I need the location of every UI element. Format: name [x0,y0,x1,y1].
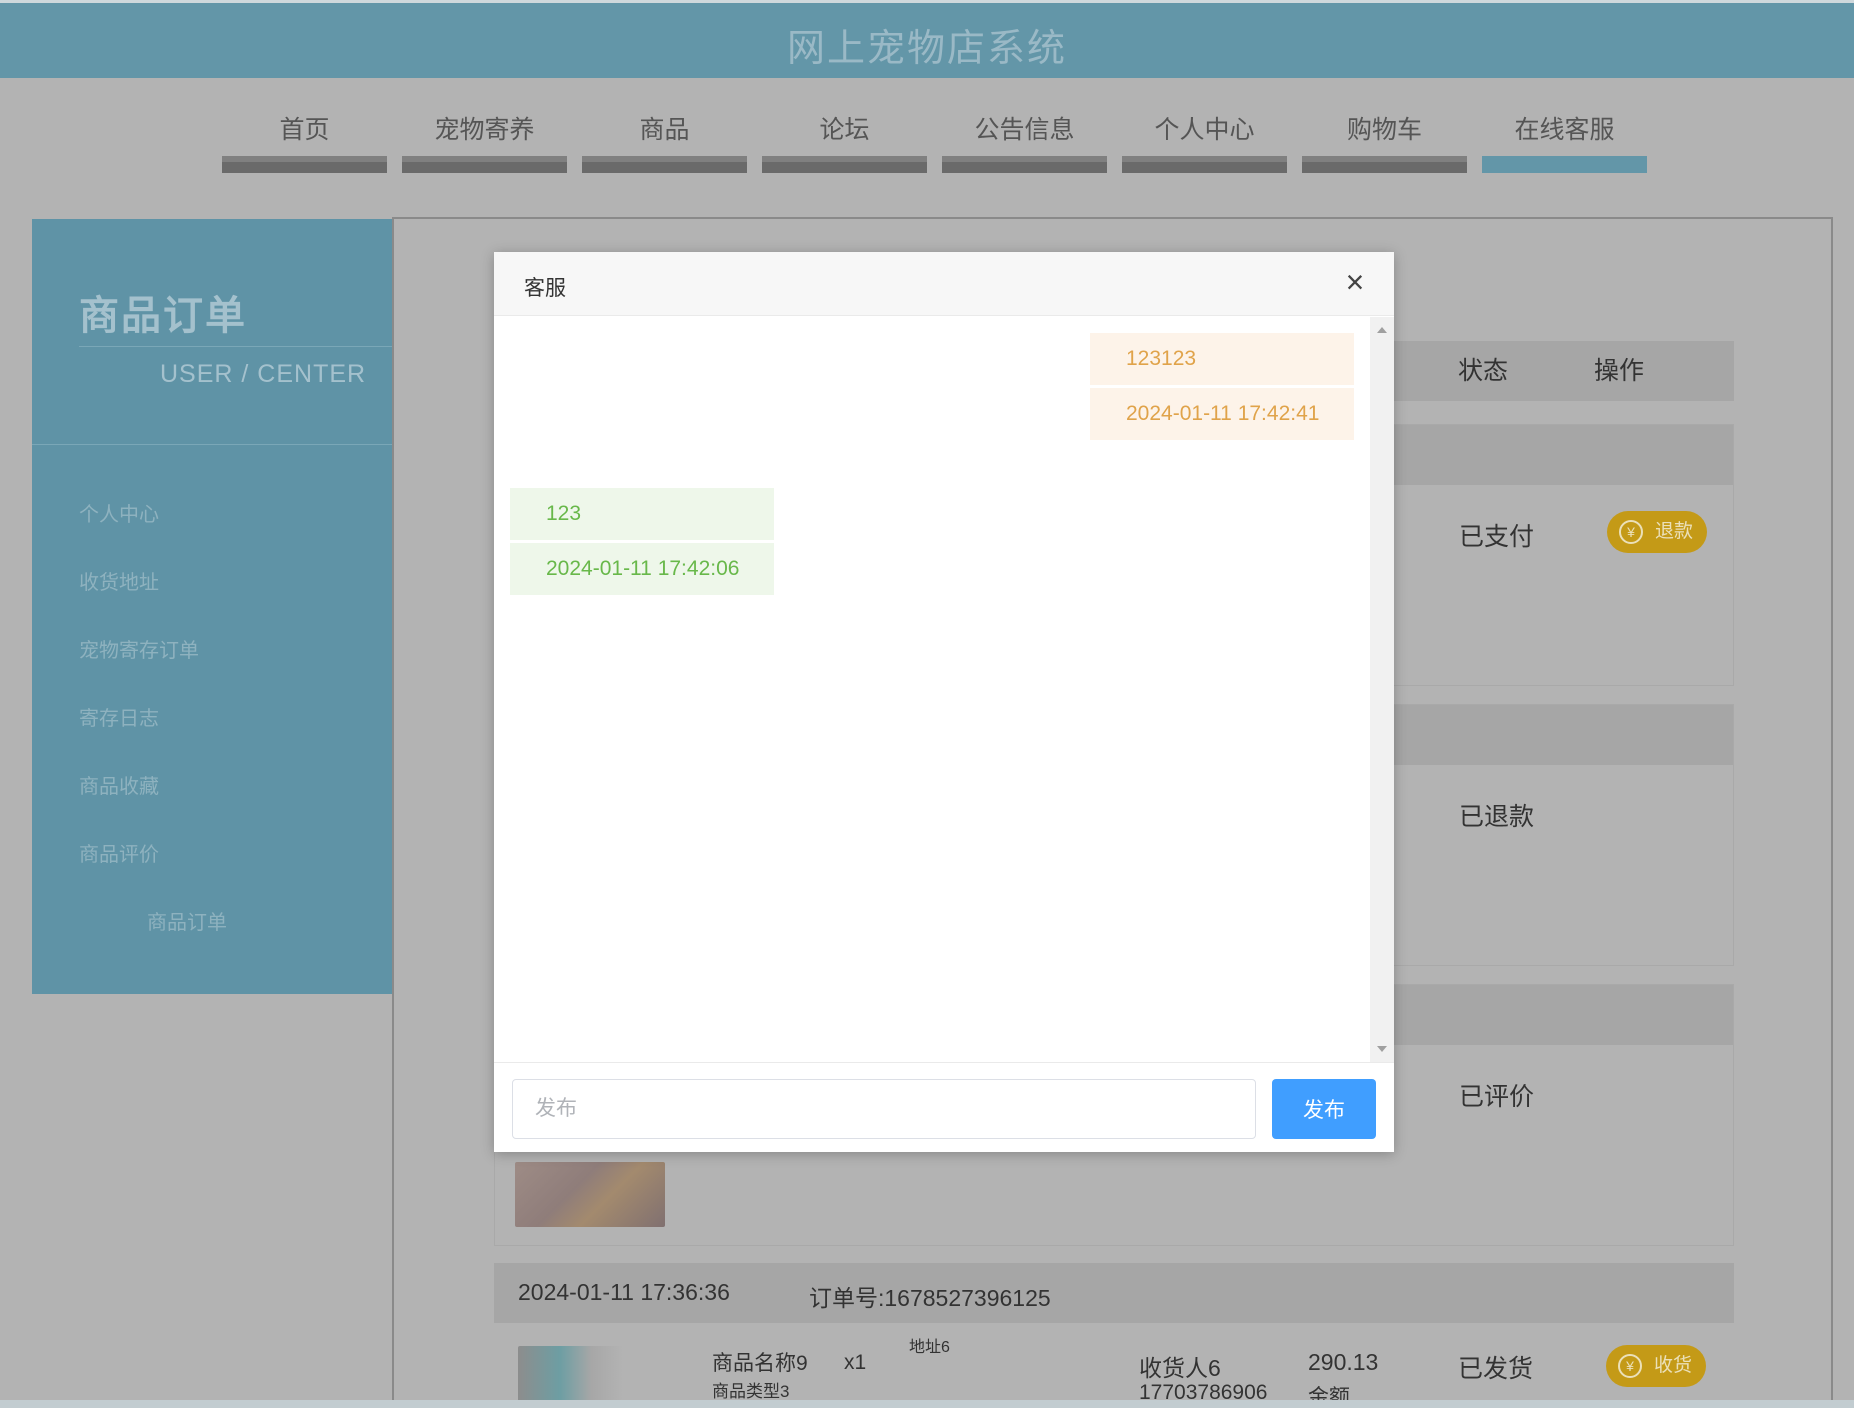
message-time: 2024-01-11 17:42:06 [510,543,774,595]
product-type: 商品类型3 [712,1382,790,1401]
chat-scrollbar[interactable] [1370,317,1394,1062]
divider [79,346,392,347]
message-text: 123123 [1090,333,1354,385]
refund-button[interactable]: ¥ 退款 [1607,511,1707,553]
order-status: 已发货 [1458,1355,1534,1383]
sidebar-subtitle: USER / CENTER [160,360,367,388]
nav-label: 论坛 [819,116,870,144]
order-status: 已评价 [1459,1083,1535,1111]
confirm-receipt-button[interactable]: ¥ 收货 [1606,1345,1706,1387]
nav-underline [1122,156,1287,173]
nav-label: 首页 [279,116,330,144]
nav-item-announcements[interactable]: 公告信息 [942,110,1107,173]
order-time: 2024-01-11 17:36:36 [518,1279,730,1305]
chat-input[interactable] [512,1079,1256,1139]
nav-item-forum[interactable]: 论坛 [762,110,927,173]
chat-message-received: 123 2024-01-11 17:42:06 [510,488,774,598]
bottom-strip [0,1400,1854,1408]
nav-label: 个人中心 [1154,116,1255,144]
nav-label: 公告信息 [974,116,1075,144]
message-text: 123 [510,488,774,540]
dialog-footer: 发布 [494,1062,1394,1152]
product-name: 商品名称9 [712,1352,808,1375]
product-image [515,1162,665,1227]
send-button[interactable]: 发布 [1272,1079,1376,1139]
sidebar-item-pet-storage-orders[interactable]: 宠物寄存订单 [79,629,227,697]
nav-item-cart[interactable]: 购物车 [1302,110,1467,173]
sidebar-item-favorites[interactable]: 商品收藏 [79,765,227,833]
nav-underline [1302,156,1467,173]
sidebar-title: 商品订单 [79,294,247,338]
main-nav: 首页 宠物寄养 商品 论坛 公告信息 个人中心 购物车 在线客服 [222,110,1647,173]
nav-underline [942,156,1107,173]
sidebar-item-personal-center[interactable]: 个人中心 [79,493,227,561]
confirm-receipt-label: 收货 [1653,1355,1692,1376]
customer-service-dialog: 客服 × 123123 2024-01-11 17:42:41 123 2024… [494,252,1394,1152]
nav-underline [402,156,567,173]
yen-circle-icon: ¥ [1618,1354,1642,1378]
product-quantity: x1 [844,1351,867,1374]
site-title: 网上宠物店系统 [786,28,1067,70]
nav-item-pet-boarding[interactable]: 宠物寄养 [402,110,567,173]
nav-underline [582,156,747,173]
message-time: 2024-01-11 17:42:41 [1090,388,1354,440]
yen-circle-icon: ¥ [1619,520,1643,544]
order-row: 2024-01-11 17:36:36 订单号:1678527396125 商品… [494,1263,1734,1408]
site-header: 网上宠物店系统 [0,0,1854,78]
nav-label: 购物车 [1346,116,1422,144]
nav-underline [762,156,927,173]
order-price: 290.13 [1308,1349,1379,1375]
nav-item-personal-center[interactable]: 个人中心 [1122,110,1287,173]
nav-label: 商品 [639,116,690,144]
scroll-up-arrow-icon[interactable] [1377,327,1387,333]
order-status: 已退款 [1459,803,1535,831]
sidebar-item-reviews[interactable]: 商品评价 [79,833,227,901]
sidebar-menu: 个人中心 收货地址 宠物寄存订单 寄存日志 商品收藏 商品评价 商品订单 [79,493,227,969]
nav-underline-active [1482,156,1647,173]
sidebar-item-product-orders[interactable]: 商品订单 [79,901,227,969]
nav-item-home[interactable]: 首页 [222,110,387,173]
nav-item-online-service[interactable]: 在线客服 [1482,110,1647,173]
dialog-header: 客服 × [494,252,1394,316]
scroll-down-arrow-icon[interactable] [1377,1046,1387,1052]
divider [32,444,392,445]
nav-underline [222,156,387,173]
column-header-action: 操作 [1594,357,1645,385]
chat-message-list[interactable]: 123123 2024-01-11 17:42:41 123 2024-01-1… [494,317,1394,1062]
nav-item-products[interactable]: 商品 [582,110,747,173]
order-status: 已支付 [1459,523,1535,551]
sidebar: 商品订单 USER / CENTER 个人中心 收货地址 宠物寄存订单 寄存日志… [32,219,392,994]
order-number: 订单号:1678527396125 [809,1285,1051,1311]
refund-button-label: 退款 [1654,521,1693,542]
order-row-header: 2024-01-11 17:36:36 订单号:1678527396125 [494,1263,1734,1323]
column-header-status: 状态 [1458,357,1509,385]
close-icon[interactable]: × [1340,266,1370,298]
nav-label: 在线客服 [1514,116,1615,144]
sidebar-item-storage-log[interactable]: 寄存日志 [79,697,227,765]
sidebar-item-shipping-address[interactable]: 收货地址 [79,561,227,629]
product-image [518,1346,623,1406]
shipping-address: 地址6 [909,1339,950,1356]
nav-label: 宠物寄养 [434,116,535,144]
dialog-title: 客服 [524,277,566,300]
receiver-name: 收货人6 [1139,1355,1221,1381]
chat-message-sent: 123123 2024-01-11 17:42:41 [1090,333,1354,443]
